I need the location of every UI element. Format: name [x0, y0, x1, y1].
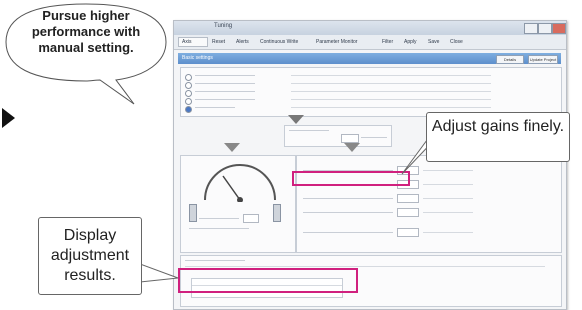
- load-inertia-panel: [284, 125, 392, 147]
- callout-display-results: Display adjustment results.: [38, 217, 142, 295]
- response-gauge: [204, 164, 276, 202]
- toolbar-item-apply[interactable]: Apply: [404, 37, 417, 47]
- mode-radio-4[interactable]: [185, 98, 192, 105]
- toolbar-item-continuous-write[interactable]: Continuous Write: [260, 37, 298, 47]
- line: [423, 232, 473, 233]
- highlight-gain-row: [292, 171, 410, 186]
- toolbar-item-reset[interactable]: Reset: [212, 37, 225, 47]
- toolbar-item-close[interactable]: Close: [450, 37, 463, 47]
- slider-low[interactable]: [189, 204, 197, 222]
- line: [291, 99, 491, 100]
- line: [189, 228, 249, 229]
- axis-select[interactable]: Axis: [178, 37, 208, 47]
- inertia-field[interactable]: [341, 134, 359, 143]
- close-button[interactable]: [552, 23, 566, 34]
- update-project-button[interactable]: Update Project: [528, 55, 558, 64]
- window-titlebar: Tuning: [174, 21, 566, 35]
- line: [423, 212, 473, 213]
- gain-field-5[interactable]: [397, 228, 419, 237]
- line: [195, 99, 255, 100]
- details-button[interactable]: Details: [496, 55, 524, 64]
- line: [195, 91, 255, 92]
- line: [291, 75, 491, 76]
- section-header: Basic settings Details Update Project: [178, 53, 561, 64]
- highlight-result-area: [178, 268, 358, 293]
- line: [423, 184, 473, 185]
- line: [303, 232, 393, 233]
- line: [185, 260, 245, 261]
- toolbar: Axis Reset Alerts Continuous Write Param…: [174, 35, 566, 50]
- window-title: Tuning: [214, 23, 233, 29]
- callout-adjust-gains: Adjust gains finely.: [426, 112, 570, 162]
- down-right-arrow-icon: [344, 143, 360, 152]
- callout-pointer: [140, 263, 179, 283]
- line: [289, 130, 329, 131]
- mode-radio-manual[interactable]: [185, 106, 192, 113]
- gain-field-4[interactable]: [397, 208, 419, 217]
- toolbar-item-parameter-monitor[interactable]: Parameter Monitor: [316, 37, 357, 47]
- mode-radio-2[interactable]: [185, 82, 192, 89]
- section-header-label: Basic settings: [182, 55, 213, 61]
- tuning-window: Tuning Axis Reset Alerts Continuous Writ…: [173, 20, 567, 310]
- line: [303, 198, 393, 199]
- gain-field-3[interactable]: [397, 194, 419, 203]
- line: [185, 266, 545, 267]
- line: [291, 91, 491, 92]
- down-arrow-icon: [288, 115, 304, 124]
- maximize-button[interactable]: [538, 23, 552, 34]
- toolbar-item-alerts[interactable]: Alerts: [236, 37, 249, 47]
- response-panel: [180, 155, 296, 253]
- line: [291, 107, 491, 108]
- toolbar-item-filter[interactable]: Filter: [382, 37, 393, 47]
- mode-radio-3[interactable]: [185, 90, 192, 97]
- slider-high[interactable]: [273, 204, 281, 222]
- line: [361, 137, 387, 138]
- line: [291, 83, 491, 84]
- callout-manual-setting: Pursue higher performance with manual se…: [31, 8, 141, 55]
- play-triangle-icon: [2, 108, 15, 128]
- response-field[interactable]: [243, 214, 259, 223]
- minimize-button[interactable]: [524, 23, 538, 34]
- toolbar-item-save[interactable]: Save: [428, 37, 439, 47]
- line: [303, 212, 393, 213]
- line: [195, 107, 235, 108]
- line: [195, 75, 255, 76]
- mode-radio-1[interactable]: [185, 74, 192, 81]
- tuning-mode-panel: [180, 67, 562, 117]
- down-left-arrow-icon: [224, 143, 240, 152]
- line: [423, 198, 473, 199]
- line: [195, 83, 255, 84]
- line: [199, 218, 239, 219]
